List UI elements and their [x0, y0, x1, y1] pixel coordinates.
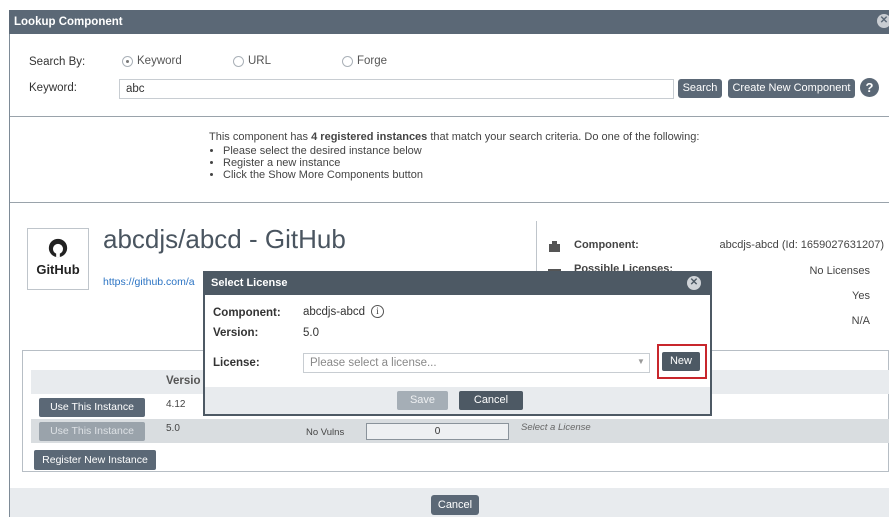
- component-url-link[interactable]: https://github.com/a: [103, 276, 195, 288]
- info-component-value: abcdjs-abcd (Id: 1659027631207): [719, 239, 884, 251]
- message-bullets: Please select the desired instance below…: [209, 145, 809, 181]
- message-suffix: that match your search criteria. Do one …: [427, 131, 700, 143]
- dialog-version-value: 5.0: [303, 327, 319, 339]
- radio-forge-icon[interactable]: [342, 55, 353, 67]
- message-bullet: Register a new instance: [223, 157, 809, 169]
- puzzle-icon: [548, 240, 562, 252]
- save-button[interactable]: Save: [397, 391, 448, 410]
- keyword-input[interactable]: abc: [119, 79, 674, 99]
- divider: [10, 202, 889, 203]
- dialog-version-label: Version:: [213, 327, 259, 339]
- dialog-license-label: License:: [213, 357, 260, 369]
- github-logo-text: GitHub: [36, 262, 80, 277]
- create-new-component-button[interactable]: Create New Component: [728, 79, 855, 98]
- register-new-instance-button[interactable]: Register New Instance: [34, 450, 156, 470]
- github-icon: [48, 238, 68, 258]
- message-prefix: This component has: [209, 131, 312, 143]
- radio-forge[interactable]: Forge: [342, 55, 387, 67]
- info-component-label: Component:: [574, 239, 639, 251]
- info-icon[interactable]: i: [371, 305, 384, 318]
- search-by-label: Search By:: [29, 56, 86, 68]
- radio-forge-label: Forge: [357, 55, 388, 68]
- dialog-component-label: Component:: [213, 307, 281, 319]
- vulns-count: 0: [366, 423, 509, 440]
- radio-keyword[interactable]: Keyword: [122, 55, 182, 67]
- chevron-down-icon[interactable]: ▼: [637, 357, 647, 367]
- license-select[interactable]: Please select a license...: [303, 353, 650, 373]
- search-button[interactable]: Search: [678, 79, 722, 98]
- radio-url[interactable]: URL: [233, 55, 271, 67]
- dialog-title: Select License: [203, 271, 712, 295]
- info-licenses-value: No Licenses: [809, 265, 870, 277]
- component-name: abcdjs/abcd - GitHub: [103, 224, 346, 254]
- github-logo: GitHub: [27, 228, 89, 290]
- message-bullet: Click the Show More Components button: [223, 169, 809, 181]
- radio-url-label: URL: [248, 55, 272, 68]
- vulns-label: No Vulns: [306, 427, 345, 438]
- message-bullet: Please select the desired instance below: [223, 145, 809, 157]
- cancel-button[interactable]: Cancel: [459, 391, 523, 410]
- divider: [10, 116, 889, 117]
- help-icon[interactable]: ?: [860, 78, 879, 97]
- message-bold: 4 registered instances: [311, 131, 428, 143]
- new-license-button[interactable]: New: [662, 352, 700, 371]
- use-this-instance-button[interactable]: Use This Instance: [39, 398, 145, 417]
- radio-keyword-label: Keyword: [137, 55, 182, 68]
- dialog-footer: [205, 387, 710, 414]
- radio-url-icon[interactable]: [233, 55, 244, 67]
- footer-cancel-button[interactable]: Cancel: [431, 495, 479, 515]
- instance-version: 5.0: [166, 423, 180, 434]
- license-hint: Select a License: [521, 422, 591, 433]
- search-result-message: This component has 4 registered instance…: [209, 131, 809, 181]
- radio-keyword-icon[interactable]: [122, 55, 133, 67]
- info-row3-value: Yes: [852, 290, 870, 302]
- instance-version: 4.12: [166, 399, 186, 410]
- dialog-component-value: abcdjs-abcd: [303, 306, 366, 318]
- version-column-header: Versio: [166, 375, 201, 387]
- dialog-close-icon[interactable]: ✕: [687, 276, 701, 290]
- close-icon[interactable]: ✕: [877, 14, 889, 28]
- keyword-label: Keyword:: [29, 82, 77, 94]
- info-row4-value: N/A: [851, 315, 870, 327]
- use-this-instance-button-disabled[interactable]: Use This Instance: [39, 422, 145, 441]
- window-title: Lookup Component: [9, 10, 889, 34]
